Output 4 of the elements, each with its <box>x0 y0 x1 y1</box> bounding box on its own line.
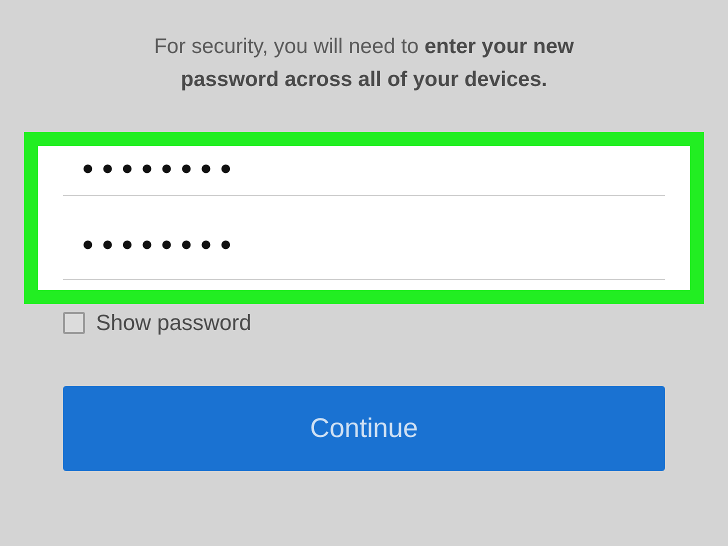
show-password-label: Show password <box>96 310 252 336</box>
continue-button[interactable]: Continue <box>63 386 665 471</box>
security-message: For security, you will need to enter your new password across all of your devices. <box>153 34 575 93</box>
checkbox[interactable] <box>63 312 85 334</box>
